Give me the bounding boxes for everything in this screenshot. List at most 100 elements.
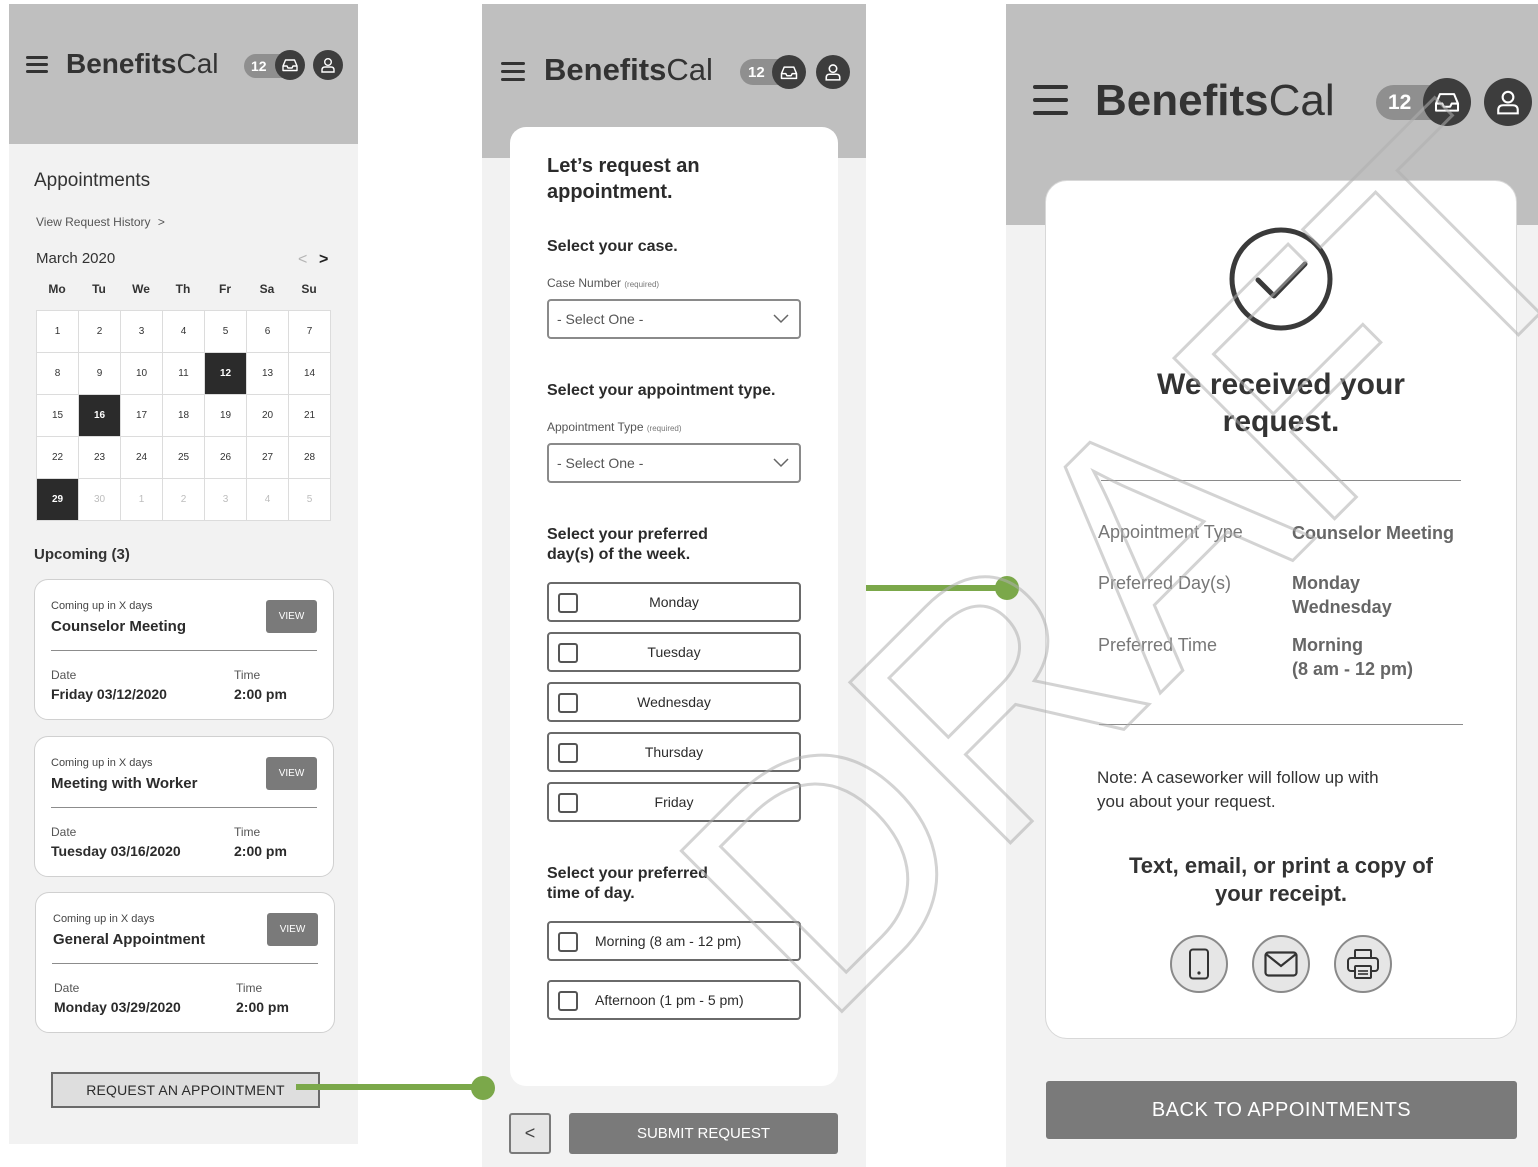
request-appointment-button[interactable]: REQUEST AN APPOINTMENT bbox=[51, 1072, 320, 1108]
request-confirmation-screen: BenefitsCal 12 We received your request. … bbox=[1006, 4, 1538, 1167]
appointment-type-value: Counselor Meeting bbox=[1292, 523, 1455, 543]
calendar-day[interactable]: 18 bbox=[162, 394, 205, 437]
inbox-icon[interactable] bbox=[1423, 78, 1471, 126]
calendar-day[interactable]: 9 bbox=[78, 352, 121, 395]
email-receipt-button[interactable] bbox=[1252, 935, 1310, 993]
divider bbox=[52, 963, 318, 964]
calendar-month: March 2020 bbox=[36, 250, 116, 267]
calendar-day-selected[interactable]: 16 bbox=[78, 394, 121, 437]
coming-up-text: Coming up in X days bbox=[51, 600, 153, 612]
calendar-grid: 1 2 3 4 5 6 7 8 9 10 11 12 13 14 15 16 1… bbox=[36, 310, 331, 521]
calendar-day[interactable]: 27 bbox=[246, 436, 289, 479]
print-receipt-button[interactable] bbox=[1334, 935, 1392, 993]
user-icon[interactable] bbox=[1484, 78, 1532, 126]
weekday-header: Su bbox=[301, 282, 317, 296]
calendar-day-outside: 2 bbox=[162, 478, 205, 521]
calendar-day[interactable]: 14 bbox=[288, 352, 331, 395]
checkbox-icon[interactable] bbox=[558, 991, 578, 1011]
calendar-next-icon[interactable]: > bbox=[319, 251, 328, 269]
view-request-history-link[interactable]: View Request History > bbox=[36, 215, 165, 229]
calendar-day[interactable]: 10 bbox=[120, 352, 163, 395]
appointment-type-label: Appointment Type (required) bbox=[547, 420, 682, 434]
appointment-name: Counselor Meeting bbox=[51, 618, 187, 635]
text-receipt-button[interactable] bbox=[1170, 935, 1228, 993]
calendar-day[interactable]: 13 bbox=[246, 352, 289, 395]
calendar-day[interactable]: 3 bbox=[120, 310, 163, 353]
submit-request-button[interactable]: SUBMIT REQUEST bbox=[569, 1113, 838, 1154]
user-icon[interactable] bbox=[816, 55, 850, 89]
chevron-left-icon: < bbox=[524, 1123, 536, 1143]
view-button[interactable]: VIEW bbox=[267, 913, 318, 946]
calendar-day[interactable]: 23 bbox=[78, 436, 121, 479]
flow-connector-dot bbox=[471, 1076, 495, 1100]
calendar-day-outside: 5 bbox=[288, 478, 331, 521]
calendar-day-outside: 1 bbox=[120, 478, 163, 521]
request-appointment-screen: BenefitsCal 12 Let’s request an appointme… bbox=[482, 4, 866, 1167]
time-value: 2:00 pm bbox=[236, 999, 289, 1015]
appointments-screen: BenefitsCal 12 Appointments View Request… bbox=[9, 4, 358, 1144]
inbox-icon[interactable] bbox=[275, 50, 305, 80]
calendar-day[interactable]: 4 bbox=[162, 310, 205, 353]
day-checkbox-friday[interactable]: Friday bbox=[547, 782, 801, 822]
calendar-day[interactable]: 26 bbox=[204, 436, 247, 479]
hamburger-menu-icon[interactable] bbox=[26, 56, 48, 74]
time-label: Time bbox=[236, 981, 263, 995]
calendar-day[interactable]: 28 bbox=[288, 436, 331, 479]
calendar-day[interactable]: 24 bbox=[120, 436, 163, 479]
brand-logo: BenefitsCal bbox=[544, 52, 713, 87]
view-button[interactable]: VIEW bbox=[266, 757, 317, 790]
calendar-day[interactable]: 17 bbox=[120, 394, 163, 437]
calendar-day[interactable]: 6 bbox=[246, 310, 289, 353]
calendar-day-selected[interactable]: 12 bbox=[204, 352, 247, 395]
preferred-days-value: Monday Wednesday bbox=[1292, 573, 1392, 617]
back-button[interactable]: < bbox=[509, 1113, 551, 1154]
calendar-day[interactable]: 2 bbox=[78, 310, 121, 353]
calendar-day[interactable]: 11 bbox=[162, 352, 205, 395]
phone-icon bbox=[1189, 948, 1209, 980]
calendar-day[interactable]: 19 bbox=[204, 394, 247, 437]
chevron-down-icon bbox=[773, 458, 789, 468]
appointment-type-select[interactable]: - Select One - bbox=[547, 443, 801, 483]
calendar-day-outside: 30 bbox=[78, 478, 121, 521]
view-button[interactable]: VIEW bbox=[266, 600, 317, 633]
calendar-day[interactable]: 25 bbox=[162, 436, 205, 479]
calendar-day[interactable]: 21 bbox=[288, 394, 331, 437]
calendar-day[interactable]: 7 bbox=[288, 310, 331, 353]
divider bbox=[1101, 480, 1461, 481]
chevron-down-icon bbox=[773, 314, 789, 324]
inbox-icon[interactable] bbox=[772, 55, 806, 89]
date-label: Date bbox=[51, 668, 77, 682]
user-icon[interactable] bbox=[313, 50, 343, 80]
back-to-appointments-button[interactable]: BACK TO APPOINTMENTS bbox=[1046, 1081, 1517, 1139]
day-checkbox-tuesday[interactable]: Tuesday bbox=[547, 632, 801, 672]
brand-logo: BenefitsCal bbox=[66, 48, 219, 79]
calendar-day[interactable]: 1 bbox=[36, 310, 79, 353]
time-value: 2:00 pm bbox=[234, 686, 287, 702]
day-checkbox-monday[interactable]: Monday bbox=[547, 582, 801, 622]
hamburger-menu-icon[interactable] bbox=[1033, 85, 1068, 116]
calendar-day[interactable]: 8 bbox=[36, 352, 79, 395]
calendar-day[interactable]: 5 bbox=[204, 310, 247, 353]
calendar-day[interactable]: 20 bbox=[246, 394, 289, 437]
date-value: Monday 03/29/2020 bbox=[54, 999, 181, 1015]
days-heading: Select your preferred day(s) of the week. bbox=[547, 526, 708, 563]
calendar-day-selected[interactable]: 29 bbox=[36, 478, 79, 521]
calendar-prev-icon[interactable]: < bbox=[298, 251, 307, 269]
day-checkbox-wednesday[interactable]: Wednesday bbox=[547, 682, 801, 722]
date-value: Friday 03/12/2020 bbox=[51, 686, 167, 702]
preferred-days-key: Preferred Day(s) bbox=[1098, 573, 1232, 593]
calendar-day[interactable]: 22 bbox=[36, 436, 79, 479]
appointment-name: Meeting with Worker bbox=[51, 775, 198, 792]
case-number-select[interactable]: - Select One - bbox=[547, 299, 801, 339]
hamburger-menu-icon[interactable] bbox=[501, 62, 525, 82]
checkbox-icon[interactable] bbox=[558, 932, 578, 952]
flow-connector bbox=[296, 1084, 486, 1090]
calendar-day[interactable]: 15 bbox=[36, 394, 79, 437]
appointment-name: General Appointment bbox=[53, 931, 205, 948]
time-checkbox-morning[interactable]: Morning (8 am - 12 pm) bbox=[547, 921, 801, 961]
day-checkbox-thursday[interactable]: Thursday bbox=[547, 732, 801, 772]
coming-up-text: Coming up in X days bbox=[53, 913, 155, 925]
appointment-card: Coming up in X days General Appointment … bbox=[35, 892, 335, 1033]
time-checkbox-afternoon[interactable]: Afternoon (1 pm - 5 pm) bbox=[547, 980, 801, 1020]
flow-connector bbox=[866, 585, 1006, 591]
